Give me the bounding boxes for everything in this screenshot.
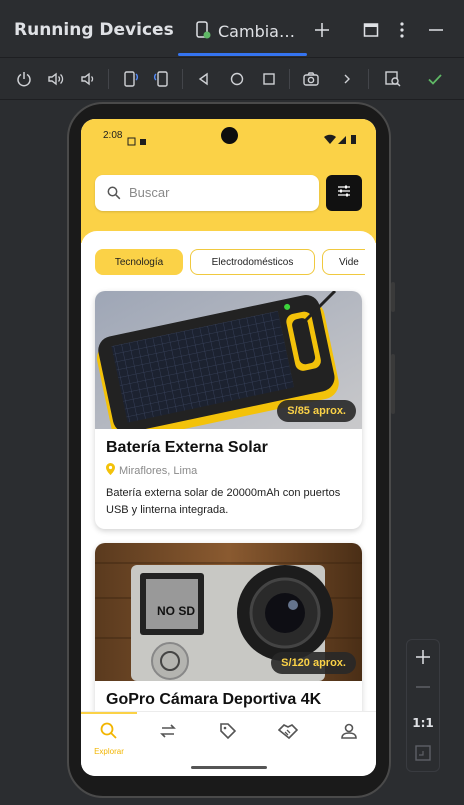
toolbar-separator bbox=[368, 69, 369, 89]
user-icon bbox=[340, 722, 358, 744]
status-time: 2:08 bbox=[103, 130, 123, 141]
power-icon[interactable] bbox=[12, 67, 36, 91]
device-icon bbox=[195, 21, 211, 43]
device-toolbar bbox=[0, 58, 464, 100]
chevron-right-icon[interactable] bbox=[335, 67, 359, 91]
location-text: Miraflores, Lima bbox=[119, 464, 198, 477]
android-studio-running-devices: Running Devices Cambia… 2:08 Buscar Tecn… bbox=[0, 0, 464, 805]
nav-explore[interactable]: Explorar bbox=[89, 722, 129, 762]
minimize-icon[interactable] bbox=[424, 18, 448, 42]
gesture-handle bbox=[191, 766, 267, 769]
product-title: GoPro Cámara Deportiva 4K bbox=[106, 691, 322, 708]
device-tab-label: Cambia… bbox=[218, 22, 295, 41]
nav-deals[interactable] bbox=[268, 722, 308, 762]
product-location: Miraflores, Lima bbox=[106, 463, 197, 478]
rotate-right-icon[interactable] bbox=[150, 67, 174, 91]
chip-electrodomesticos[interactable]: Electrodomésticos bbox=[190, 249, 315, 275]
toolbar-separator bbox=[182, 69, 183, 89]
home-icon[interactable] bbox=[225, 67, 249, 91]
tag-icon bbox=[219, 722, 237, 744]
search-icon bbox=[100, 722, 118, 744]
product-image-gopro-camera: NO SD S/120 aprox. bbox=[95, 543, 362, 681]
front-camera bbox=[221, 127, 238, 144]
back-icon[interactable] bbox=[192, 67, 216, 91]
location-pin-icon bbox=[106, 463, 115, 478]
product-title: Batería Externa Solar bbox=[106, 439, 268, 456]
search-header: Buscar bbox=[81, 153, 376, 243]
overview-icon[interactable] bbox=[257, 67, 281, 91]
search-placeholder: Buscar bbox=[129, 185, 170, 200]
toolbar-separator bbox=[108, 69, 109, 89]
rotate-left-icon[interactable] bbox=[118, 67, 142, 91]
device-screen[interactable]: 2:08 Buscar Tecnología Electrodomésticos… bbox=[81, 119, 376, 776]
price-badge: S/85 aprox. bbox=[277, 400, 356, 422]
device-explorer-icon[interactable] bbox=[381, 67, 405, 91]
filter-sliders-icon bbox=[336, 183, 352, 203]
svg-text:NO SD: NO SD bbox=[157, 604, 195, 618]
product-description: Batería externa solar de 20000mAh con pu… bbox=[106, 487, 341, 516]
notification-icons bbox=[127, 131, 149, 150]
swap-arrows-icon bbox=[159, 722, 177, 744]
price-badge: S/120 aprox. bbox=[271, 652, 356, 674]
side-button bbox=[391, 354, 395, 414]
screenshot-icon[interactable] bbox=[299, 67, 323, 91]
fit-screen-icon[interactable] bbox=[407, 744, 439, 766]
more-options-icon[interactable] bbox=[390, 18, 414, 42]
volume-up-icon[interactable] bbox=[44, 67, 68, 91]
product-card[interactable]: S/85 aprox. Batería Externa Solar Mirafl… bbox=[95, 291, 362, 529]
chip-videojuegos[interactable]: Vide bbox=[322, 249, 365, 275]
checkmark-icon[interactable] bbox=[423, 67, 447, 91]
panel-title: Running Devices bbox=[14, 20, 174, 40]
zoom-actual-size-button[interactable]: 1:1 bbox=[407, 716, 439, 730]
chip-tecnologia[interactable]: Tecnología bbox=[95, 249, 183, 275]
nav-profile[interactable] bbox=[329, 722, 369, 762]
status-bar: 2:08 bbox=[81, 119, 376, 153]
active-tab-indicator bbox=[178, 53, 307, 56]
product-image-solar-powerbank: S/85 aprox. bbox=[95, 291, 362, 429]
bottom-navigation: Explorar bbox=[81, 711, 376, 776]
tool-window-header: Running Devices Cambia… bbox=[0, 0, 464, 58]
nav-explore-label: Explorar bbox=[94, 747, 124, 756]
add-device-button[interactable] bbox=[310, 18, 334, 42]
nav-offers[interactable] bbox=[208, 722, 248, 762]
product-card[interactable]: NO SD S/120 aprox. GoPro Cámara Deportiv… bbox=[95, 543, 362, 711]
volume-down-icon[interactable] bbox=[76, 67, 100, 91]
zoom-in-button[interactable] bbox=[407, 648, 439, 670]
nav-exchange[interactable] bbox=[148, 722, 188, 762]
zoom-out-button[interactable] bbox=[407, 678, 439, 700]
search-icon bbox=[107, 185, 121, 204]
handshake-icon bbox=[277, 722, 299, 744]
content-area: Tecnología Electrodomésticos Vide S/85 a… bbox=[81, 231, 376, 711]
device-tab[interactable]: Cambia… bbox=[178, 8, 307, 56]
search-input[interactable]: Buscar bbox=[95, 175, 319, 211]
zoom-controls: 1:1 bbox=[406, 639, 440, 772]
side-button bbox=[391, 282, 395, 312]
window-icon[interactable] bbox=[359, 18, 383, 42]
active-nav-indicator bbox=[81, 712, 137, 714]
system-status-icons bbox=[324, 130, 358, 149]
toolbar-separator bbox=[289, 69, 290, 89]
category-chips: Tecnología Electrodomésticos Vide bbox=[95, 249, 365, 275]
filter-button[interactable] bbox=[326, 175, 362, 211]
